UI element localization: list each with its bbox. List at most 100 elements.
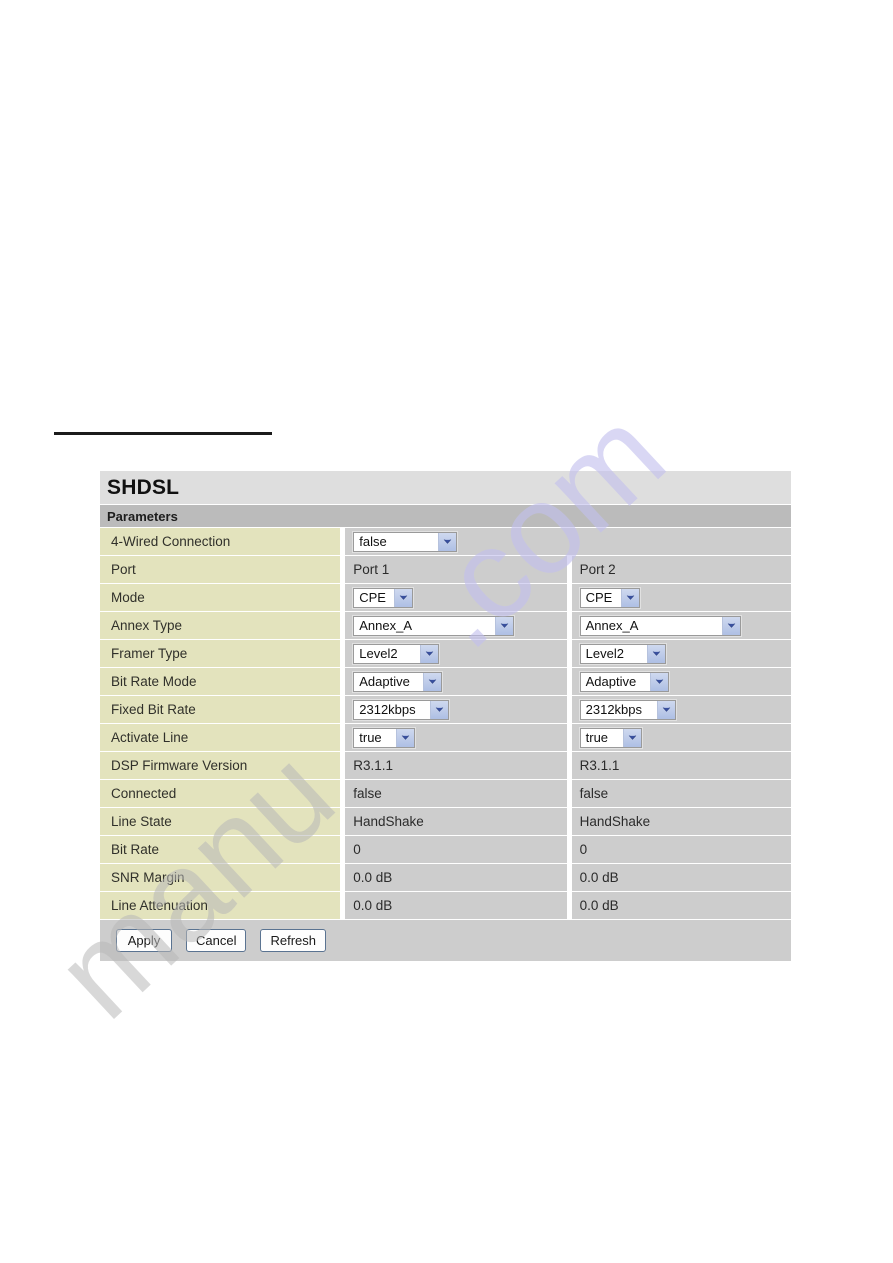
row-label-fixed-bit-rate: Fixed Bit Rate: [100, 696, 341, 723]
fixed-bit-rate-port1-select[interactable]: 2312kbps: [353, 699, 450, 720]
chevron-down-icon[interactable]: [646, 644, 665, 663]
fixed-bit-rate-port2-select-value: 2312kbps: [585, 701, 643, 717]
table-row: Connected false false: [100, 780, 792, 807]
table-row: Activate Line true true: [100, 724, 792, 751]
row-label-dsp-firmware-version: DSP Firmware Version: [100, 752, 341, 779]
row-label-connected: Connected: [100, 780, 341, 807]
row-value-port-port1: Port 1: [345, 556, 567, 583]
chevron-down-icon[interactable]: [622, 728, 641, 747]
row-value-fixed-bit-rate-port2: 2312kbps: [571, 696, 792, 723]
table-row: SNR Margin 0.0 dB 0.0 dB: [100, 864, 792, 891]
framer-type-port2-select[interactable]: Level2: [579, 643, 666, 664]
row-label-bit-rate-mode: Bit Rate Mode: [100, 668, 341, 695]
row-value-line-attenuation-port1: 0.0 dB: [345, 892, 567, 919]
framer-type-port2-select-value: Level2: [585, 645, 624, 661]
annex-type-port2-select-value: Annex_A: [585, 617, 639, 633]
annex-type-port1-select-value: Annex_A: [359, 617, 413, 633]
activate-line-port1-select-value: true: [359, 729, 382, 745]
chevron-down-icon[interactable]: [423, 672, 442, 691]
form-actions: Apply Cancel Refresh: [100, 920, 791, 961]
row-value-snr-margin-port2: 0.0 dB: [571, 864, 792, 891]
row-value-snr-margin-port1: 0.0 dB: [345, 864, 567, 891]
row-value-framer-type-port2: Level2: [571, 640, 792, 667]
fixed-bit-rate-port2-select[interactable]: 2312kbps: [579, 699, 676, 720]
mode-port1-select[interactable]: CPE: [353, 587, 414, 608]
mode-port1-select-value: CPE: [359, 589, 386, 605]
chevron-down-icon[interactable]: [438, 532, 457, 551]
shdsl-settings-panel: SHDSL Parameters 4-Wired Connection false…: [100, 471, 792, 961]
apply-button[interactable]: Apply: [116, 929, 172, 952]
row-value-dsp-firmware-version-port2: R3.1.1: [571, 752, 792, 779]
row-value-4-wired-connection: false: [345, 528, 791, 555]
table-row: Fixed Bit Rate 2312kbps 2312kbps: [100, 696, 792, 723]
bit-rate-mode-port2-select[interactable]: Adaptive: [579, 671, 669, 692]
row-value-port-port2: Port 2: [571, 556, 792, 583]
row-value-fixed-bit-rate-port1: 2312kbps: [345, 696, 567, 723]
table-row: Bit Rate 0 0: [100, 836, 792, 863]
row-value-line-attenuation-port2: 0.0 dB: [571, 892, 792, 919]
chevron-down-icon[interactable]: [430, 700, 449, 719]
section-header-parameters: Parameters: [100, 505, 791, 527]
row-label-framer-type: Framer Type: [100, 640, 341, 667]
chevron-down-icon[interactable]: [394, 588, 413, 607]
row-label-line-attenuation: Line Attenuation: [100, 892, 341, 919]
row-value-connected-port2: false: [571, 780, 792, 807]
row-value-dsp-firmware-version-port1: R3.1.1: [345, 752, 567, 779]
row-value-framer-type-port1: Level2: [345, 640, 567, 667]
4-wired-connection-select[interactable]: false: [353, 531, 458, 552]
row-value-mode-port2: CPE: [571, 584, 792, 611]
table-row: Framer Type Level2 Level2: [100, 640, 792, 667]
framer-type-port1-select-value: Level2: [359, 645, 398, 661]
mode-port2-select[interactable]: CPE: [579, 587, 640, 608]
row-value-mode-port1: CPE: [345, 584, 567, 611]
page-title: SHDSL: [100, 471, 791, 504]
row-value-line-state-port1: HandShake: [345, 808, 567, 835]
row-value-annex-type-port2: Annex_A: [571, 612, 792, 639]
row-label-annex-type: Annex Type: [100, 612, 341, 639]
activate-line-port1-select[interactable]: true: [353, 727, 416, 748]
chevron-down-icon[interactable]: [620, 588, 639, 607]
annex-type-port1-select[interactable]: Annex_A: [353, 615, 515, 636]
table-row: DSP Firmware Version R3.1.1 R3.1.1: [100, 752, 792, 779]
chevron-down-icon[interactable]: [721, 616, 740, 635]
table-row: Line Attenuation 0.0 dB 0.0 dB: [100, 892, 792, 919]
row-value-connected-port1: false: [345, 780, 567, 807]
row-label-activate-line: Activate Line: [100, 724, 341, 751]
horizontal-rule: [54, 432, 272, 435]
parameters-table: 4-Wired Connection false Port Port 1 Port 2M…: [100, 528, 792, 919]
fixed-bit-rate-port1-select-value: 2312kbps: [359, 701, 416, 717]
chevron-down-icon[interactable]: [495, 616, 514, 635]
row-label-snr-margin: SNR Margin: [100, 864, 341, 891]
bit-rate-mode-port2-select-value: Adaptive: [585, 673, 637, 689]
row-value-annex-type-port1: Annex_A: [345, 612, 567, 639]
table-row: Annex Type Annex_A Annex_A: [100, 612, 792, 639]
bit-rate-mode-port1-select[interactable]: Adaptive: [353, 671, 443, 692]
activate-line-port2-select[interactable]: true: [579, 727, 642, 748]
4-wired-connection-select-value: false: [359, 533, 387, 549]
table-row: Bit Rate Mode Adaptive Adaptive: [100, 668, 792, 695]
chevron-down-icon[interactable]: [396, 728, 415, 747]
cancel-button[interactable]: Cancel: [186, 929, 247, 952]
bit-rate-mode-port1-select-value: Adaptive: [359, 673, 410, 689]
annex-type-port2-select[interactable]: Annex_A: [579, 615, 741, 636]
row-value-bit-rate-port2: 0: [571, 836, 792, 863]
activate-line-port2-select-value: true: [585, 729, 609, 745]
row-label-line-state: Line State: [100, 808, 341, 835]
row-value-activate-line-port1: true: [345, 724, 567, 751]
mode-port2-select-value: CPE: [585, 589, 613, 605]
chevron-down-icon[interactable]: [656, 700, 675, 719]
chevron-down-icon[interactable]: [649, 672, 668, 691]
row-label-port: Port: [100, 556, 341, 583]
chevron-down-icon[interactable]: [420, 644, 439, 663]
row-label-mode: Mode: [100, 584, 341, 611]
table-row: 4-Wired Connection false: [100, 528, 791, 555]
table-row: Port Port 1 Port 2: [100, 556, 792, 583]
row-label-bit-rate: Bit Rate: [100, 836, 341, 863]
row-label-4-wired-connection: 4-Wired Connection: [100, 528, 341, 555]
row-value-bit-rate-mode-port2: Adaptive: [571, 668, 792, 695]
row-value-bit-rate-mode-port1: Adaptive: [345, 668, 567, 695]
row-value-activate-line-port2: true: [571, 724, 792, 751]
framer-type-port1-select[interactable]: Level2: [353, 643, 440, 664]
row-value-bit-rate-port1: 0: [345, 836, 567, 863]
refresh-button[interactable]: Refresh: [260, 929, 326, 952]
